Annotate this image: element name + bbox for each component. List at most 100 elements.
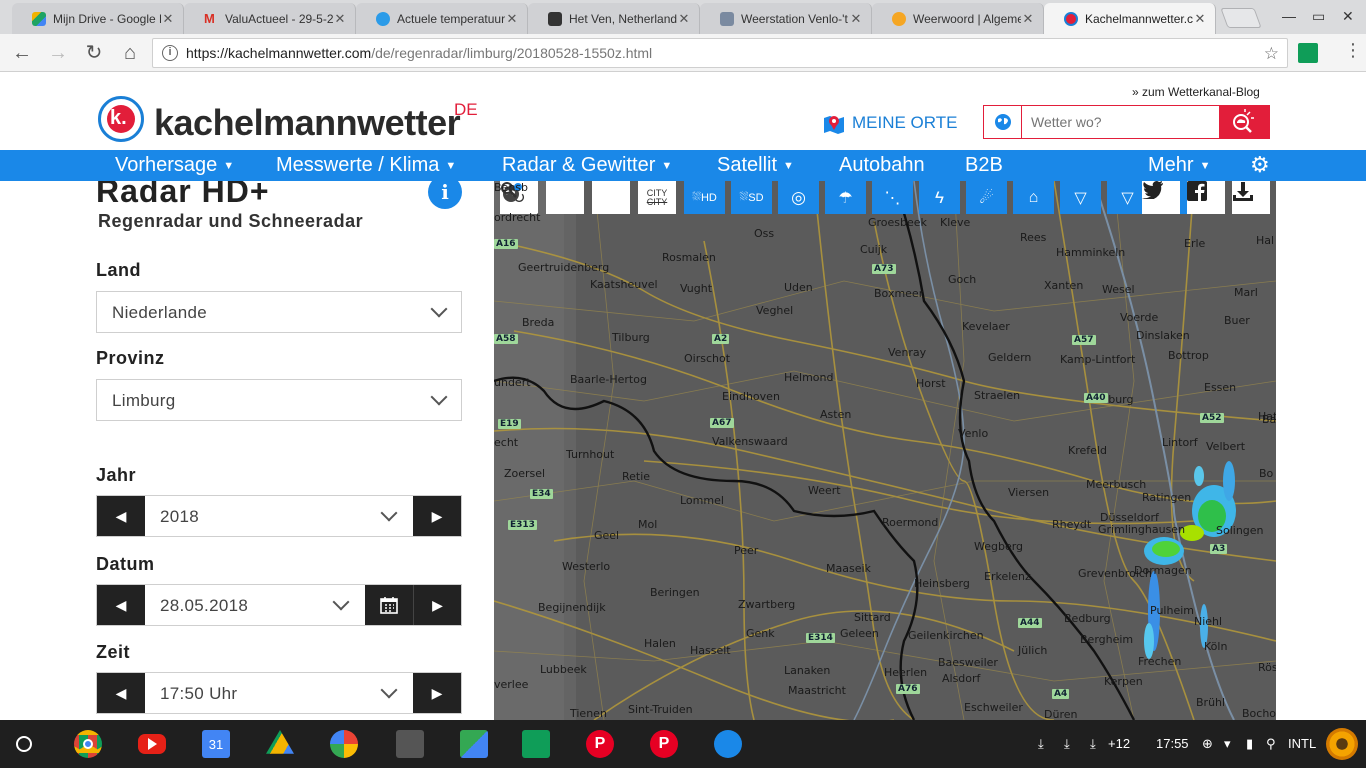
close-icon[interactable]: ✕ (849, 11, 863, 27)
site-info-icon[interactable]: i (162, 45, 178, 61)
tab-kachelmannwetter[interactable]: Kachelmannwetter.c ✕ (1044, 3, 1216, 34)
close-window-icon[interactable]: ✕ (1342, 8, 1354, 25)
tab-valuactueel[interactable]: M ValuActueel - 29-5-2( ✕ (184, 3, 356, 34)
flood-icon[interactable]: ⌂ (1013, 181, 1054, 214)
classroom-extension-icon[interactable] (1298, 43, 1318, 63)
calculator-icon[interactable] (396, 730, 424, 758)
bookmark-star-icon[interactable]: ☆ (1264, 44, 1279, 64)
prev-time-button[interactable]: ◀ (97, 673, 145, 713)
files-icon[interactable] (714, 730, 742, 758)
tab-actuele-temperatuur[interactable]: Actuele temperatuur ✕ (356, 3, 528, 34)
town-label: Peer (734, 544, 759, 557)
jahr-select[interactable]: 2018 (145, 496, 413, 536)
menu-icon[interactable]: ⋮ (1344, 40, 1362, 61)
calendar-app-icon[interactable]: 31 (202, 730, 230, 758)
home-icon[interactable]: ⌂ (118, 41, 142, 65)
download-notification-icon[interactable]: ⤓ (1090, 736, 1096, 752)
maximize-icon[interactable]: ▭ (1312, 8, 1325, 25)
close-icon[interactable]: ✕ (505, 11, 519, 27)
provinz-select[interactable]: Limburg (96, 379, 462, 421)
town-label: Xanten (1044, 279, 1084, 292)
clock[interactable]: 17:55 (1156, 736, 1189, 751)
nav-b2b[interactable]: B2B (965, 154, 1003, 177)
locate-globe-icon[interactable] (503, 181, 584, 214)
nav-radar-gewitter[interactable]: Radar & Gewitter ▼ (502, 154, 672, 177)
wifi-icon[interactable]: ▾ (1224, 736, 1231, 752)
rain-cloud-icon[interactable]: ☂ (825, 181, 866, 214)
classroom-icon[interactable] (522, 730, 550, 758)
town-label: Westerlo (562, 560, 611, 573)
download-icon[interactable] (1232, 181, 1270, 214)
facebook-icon[interactable] (1187, 181, 1225, 214)
town-label: Hal (1256, 234, 1275, 247)
forward-icon[interactable]: → (46, 41, 70, 65)
nav-messwerte-klima[interactable]: Messwerte / Klima ▼ (276, 154, 456, 177)
datum-select[interactable]: 28.05.2018 (145, 585, 365, 625)
google-photos-icon[interactable] (330, 730, 358, 758)
youtube-icon[interactable] (138, 734, 166, 754)
close-icon[interactable]: ✕ (677, 11, 691, 27)
add-circle-icon[interactable]: ⊕ (1202, 736, 1213, 752)
tab-het-ven[interactable]: Het Ven, Netherlands ✕ (528, 3, 700, 34)
info-icon[interactable]: i (428, 181, 462, 209)
next-date-button[interactable]: ▶ (413, 585, 461, 625)
reload-icon[interactable]: ↻ (82, 41, 106, 65)
hail-icon[interactable]: ☄ (966, 181, 1007, 214)
address-bar[interactable]: i https://kachelmannwetter.com/de/regenr… (152, 38, 1288, 68)
road-label: A76 (896, 684, 920, 694)
location-search-input[interactable] (1022, 106, 1219, 138)
accessibility-icon[interactable]: ⚲ (1266, 736, 1276, 752)
town-label: Dinslaken (1136, 329, 1190, 342)
logo-text[interactable]: kachelmannwetter (154, 102, 461, 144)
prev-date-button[interactable]: ◀ (97, 585, 145, 625)
tab-google-drive[interactable]: Mijn Drive - Google D ✕ (12, 3, 184, 34)
wetterkanal-blog-link[interactable]: » zum Wetterkanal-Blog (1132, 85, 1260, 99)
next-time-button[interactable]: ▶ (413, 673, 461, 713)
prev-year-button[interactable]: ◀ (97, 496, 145, 536)
minimize-icon[interactable]: — (1282, 8, 1296, 24)
tab-weerwoord[interactable]: Weerwoord | Algeme ✕ (872, 3, 1044, 34)
next-year-button[interactable]: ▶ (413, 496, 461, 536)
land-select[interactable]: Niederlande (96, 291, 462, 333)
globe-icon[interactable] (984, 106, 1022, 138)
tornado-1-icon[interactable]: ▽ (1060, 181, 1101, 214)
pinterest-icon[interactable]: P (650, 730, 678, 758)
nav-vorhersage[interactable]: Vorhersage ▼ (115, 154, 234, 177)
battery-icon[interactable]: ▮ (1246, 736, 1253, 752)
close-icon[interactable]: ✕ (333, 11, 347, 27)
storm-tracks-icon[interactable]: ⋱ (872, 181, 913, 214)
download-notification-icon[interactable]: ⤓ (1038, 736, 1044, 752)
city-labels-toggle[interactable]: CITY CITY (638, 181, 676, 214)
chrome-icon[interactable] (74, 730, 102, 758)
back-icon[interactable]: ← (10, 41, 34, 65)
radar-composite-icon[interactable]: ◎ (778, 181, 819, 214)
land-value: Niederlande (112, 303, 207, 322)
lightning-icon[interactable]: ϟ (919, 181, 960, 214)
radar-map[interactable]: ↻ CITYCITY ⛆HD ⛆SD ◎ ☂ ⋱ ϟ ☄ ⌂ ▽ ▽ ⊘ ord… (494, 181, 1276, 720)
tab-weerstation-venlo[interactable]: Weerstation Venlo-'t ✕ (700, 3, 872, 34)
search-button[interactable] (1219, 106, 1269, 138)
calendar-button[interactable] (365, 585, 413, 625)
nav-mehr[interactable]: Mehr ▼ (1148, 154, 1210, 177)
radar-sd-button[interactable]: ⛆ SD (731, 181, 772, 214)
ime-indicator[interactable]: INTL (1288, 736, 1316, 751)
twitter-icon[interactable] (1142, 181, 1180, 214)
radar-hd-button[interactable]: ⛆ HD (684, 181, 725, 214)
notification-count[interactable]: +12 (1108, 736, 1130, 751)
close-icon[interactable]: ✕ (161, 11, 175, 27)
avatar[interactable] (1326, 728, 1358, 760)
close-icon[interactable]: ✕ (1021, 11, 1035, 27)
google-maps-icon[interactable] (460, 730, 488, 758)
new-tab-button[interactable] (1220, 8, 1262, 28)
nav-autobahn[interactable]: Autobahn (839, 154, 925, 177)
meine-orte-link[interactable]: MEINE ORTE (822, 112, 957, 134)
google-drive-icon[interactable] (266, 730, 294, 754)
zoom-out-icon[interactable] (501, 181, 630, 214)
download-notification-icon[interactable]: ⤓ (1064, 736, 1070, 752)
zeit-select[interactable]: 17:50 Uhr (145, 673, 413, 713)
settings-gear-icon[interactable]: ⚙ (1250, 152, 1270, 178)
pinterest-icon[interactable]: P (586, 730, 614, 758)
launcher-icon[interactable] (16, 736, 32, 752)
nav-satellit[interactable]: Satellit ▼ (717, 154, 794, 177)
close-icon[interactable]: ✕ (1193, 11, 1207, 27)
